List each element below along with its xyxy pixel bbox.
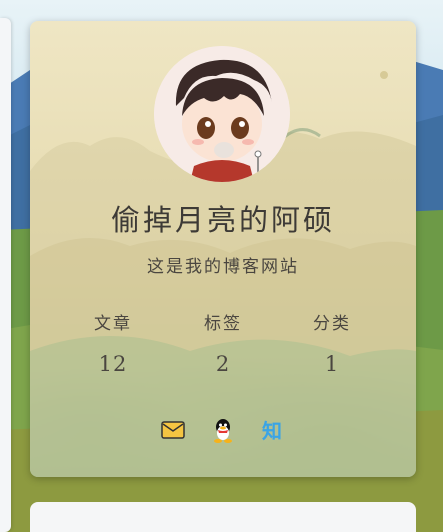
next-card xyxy=(30,502,416,532)
profile-card: 偷掉月亮的阿硕 这是我的博客网站 文章 12 标签 2 分类 1 知 xyxy=(30,21,416,477)
stat-articles-count: 12 xyxy=(98,352,128,376)
stat-tags-label: 标签 xyxy=(204,314,242,334)
mail-icon[interactable] xyxy=(161,419,185,441)
stat-categories-count: 1 xyxy=(324,352,340,376)
stat-articles[interactable]: 文章 12 xyxy=(53,309,173,376)
stat-categories[interactable]: 分类 1 xyxy=(272,309,392,376)
qq-icon[interactable] xyxy=(212,417,234,443)
site-title: 偷掉月亮的阿硕 xyxy=(110,203,335,237)
zhihu-icon[interactable]: 知 xyxy=(262,419,282,443)
stat-articles-label: 文章 xyxy=(94,314,132,334)
avatar[interactable] xyxy=(154,46,290,182)
stat-tags[interactable]: 标签 2 xyxy=(163,309,283,376)
stat-tags-count: 2 xyxy=(215,352,231,376)
left-side-panel xyxy=(0,18,11,532)
stat-categories-label: 分类 xyxy=(313,314,351,334)
site-subtitle: 这是我的博客网站 xyxy=(147,257,299,277)
